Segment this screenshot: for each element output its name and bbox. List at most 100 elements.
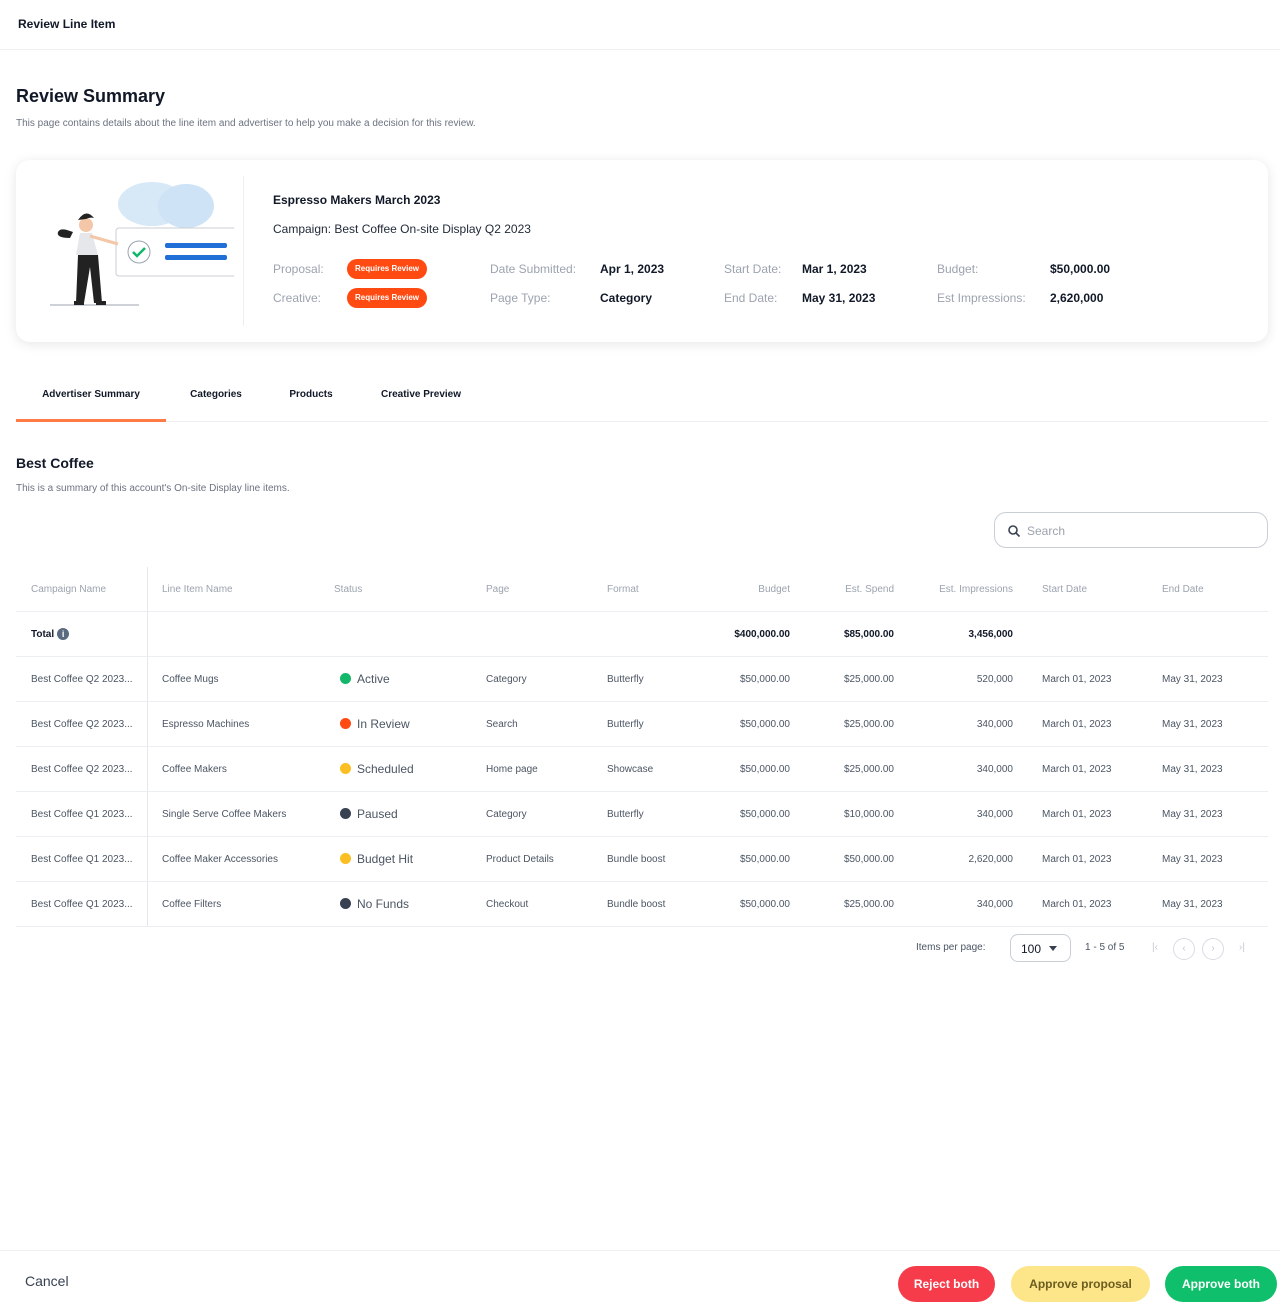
campaign-name: Campaign: Best Coffee On-site Display Q2…: [273, 222, 531, 236]
format-cell: Bundle boost: [607, 854, 666, 865]
start-date-cell: March 01, 2023: [1042, 764, 1112, 775]
col-header-est-spend[interactable]: Est. Spend: [806, 567, 894, 612]
table-header-row: Campaign Name Line Item Name Status Page…: [16, 567, 1268, 612]
tab-bar: Advertiser Summary Categories Products C…: [16, 380, 1268, 422]
cancel-button[interactable]: Cancel: [25, 1273, 69, 1289]
end-date-label: End Date:: [724, 291, 778, 305]
tab-products[interactable]: Products: [276, 380, 346, 422]
col-header-start-date[interactable]: Start Date: [1042, 567, 1142, 612]
col-header-end-date[interactable]: End Date: [1162, 567, 1262, 612]
campaign-name-cell: Best Coffee Q1 2023...: [31, 809, 133, 820]
search-box[interactable]: [994, 512, 1268, 548]
line-item-name-cell: Espresso Machines: [162, 719, 250, 730]
end-date-cell: May 31, 2023: [1162, 854, 1223, 865]
search-input[interactable]: [1027, 520, 1257, 542]
advertiser-subtitle: This is a summary of this account's On-s…: [16, 483, 290, 494]
budget-cell: $50,000.00: [739, 674, 790, 685]
format-cell: Showcase: [607, 764, 654, 775]
status-label: Scheduled: [357, 762, 414, 776]
line-item-name-cell: Coffee Makers: [162, 764, 227, 775]
budget-cell: $50,000.00: [739, 899, 790, 910]
campaign-name-cell: Best Coffee Q2 2023...: [31, 764, 133, 775]
status-dot-icon: [340, 853, 351, 865]
items-per-page-label: Items per page:: [916, 942, 986, 953]
action-footer: Cancel Reject both Approve proposal Appr…: [0, 1250, 1280, 1314]
creative-status-badge: Requires Review: [347, 288, 428, 308]
page-cell: Category: [486, 809, 527, 820]
col-header-line-item[interactable]: Line Item Name: [162, 567, 312, 612]
line-item-name-cell: Coffee Filters: [162, 899, 222, 910]
col-header-campaign[interactable]: Campaign Name: [31, 567, 141, 612]
date-submitted-label: Date Submitted:: [490, 262, 577, 276]
est-impressions-value: 2,620,000: [1050, 291, 1104, 305]
format-cell: Bundle boost: [607, 899, 666, 910]
tab-categories[interactable]: Categories: [176, 380, 256, 422]
last-page-icon[interactable]: ›|: [1231, 938, 1253, 960]
date-submitted-value: Apr 1, 2023: [600, 262, 665, 276]
start-date-cell: March 01, 2023: [1042, 674, 1112, 685]
total-est-spend: $85,000.00: [843, 629, 894, 640]
top-bar: Review Line Item: [0, 0, 1280, 50]
est-impressions-cell: 340,000: [976, 809, 1013, 820]
line-item-name: Espresso Makers March 2023: [273, 193, 441, 207]
campaign-name-cell: Best Coffee Q1 2023...: [31, 899, 133, 910]
approve-both-button[interactable]: Approve both: [1165, 1266, 1277, 1302]
table-row[interactable]: Best Coffee Q2 2023... Coffee Makers Sch…: [16, 747, 1268, 792]
line-item-name-cell: Coffee Mugs: [162, 674, 219, 685]
status-label: No Funds: [357, 897, 410, 911]
page-range: 1 - 5 of 5: [1085, 942, 1125, 953]
status-cell: Budget Hit: [340, 837, 470, 882]
page-type-label: Page Type:: [490, 291, 551, 305]
approve-proposal-button[interactable]: Approve proposal: [1011, 1266, 1150, 1302]
proposal-status-badge: Requires Review: [347, 259, 428, 279]
est-impressions-cell: 340,000: [976, 899, 1013, 910]
total-est-impressions: 3,456,000: [968, 629, 1014, 640]
format-cell: Butterfly: [607, 809, 644, 820]
table-total-row: Total i $400,000.00 $85,000.00 3,456,000: [16, 612, 1268, 657]
est-spend-cell: $25,000.00: [843, 674, 894, 685]
end-date-cell: May 31, 2023: [1162, 809, 1223, 820]
col-header-page[interactable]: Page: [486, 567, 586, 612]
budget-cell: $50,000.00: [739, 809, 790, 820]
next-page-icon[interactable]: ›: [1202, 938, 1224, 960]
page-cell: Home page: [486, 764, 538, 775]
items-per-page-select[interactable]: 100: [1010, 934, 1071, 962]
table-row[interactable]: Best Coffee Q2 2023... Coffee Mugs Activ…: [16, 657, 1268, 702]
col-header-budget[interactable]: Budget: [696, 567, 790, 612]
col-header-est-impressions[interactable]: Est. Impressions: [916, 567, 1013, 612]
tab-creative-preview[interactable]: Creative Preview: [366, 380, 476, 422]
budget-cell: $50,000.00: [739, 854, 790, 865]
tab-advertiser-summary[interactable]: Advertiser Summary: [16, 380, 166, 422]
campaign-name-cell: Best Coffee Q2 2023...: [31, 674, 133, 685]
campaign-name-cell: Best Coffee Q2 2023...: [31, 719, 133, 730]
table-row[interactable]: Best Coffee Q2 2023... Espresso Machines…: [16, 702, 1268, 747]
page-cell: Category: [486, 674, 527, 685]
budget-value: $50,000.00: [1050, 262, 1111, 276]
advertiser-name: Best Coffee: [16, 455, 94, 471]
budget-cell: $50,000.00: [739, 764, 790, 775]
card-divider: [243, 176, 244, 326]
previous-page-icon[interactable]: ‹: [1173, 938, 1195, 960]
status-cell: In Review: [340, 702, 470, 747]
col-header-format[interactable]: Format: [607, 567, 707, 612]
end-date-cell: May 31, 2023: [1162, 899, 1223, 910]
reject-both-button[interactable]: Reject both: [898, 1266, 995, 1302]
campaign-name-cell: Best Coffee Q1 2023...: [31, 854, 133, 865]
status-dot-icon: [340, 808, 351, 820]
info-icon[interactable]: i: [57, 628, 70, 641]
line-item-name-cell: Coffee Maker Accessories: [162, 854, 278, 865]
line-items-table: Campaign Name Line Item Name Status Page…: [16, 567, 1268, 927]
page-cell: Checkout: [486, 899, 529, 910]
table-row[interactable]: Best Coffee Q1 2023... Coffee Maker Acce…: [16, 837, 1268, 882]
start-date-cell: March 01, 2023: [1042, 809, 1112, 820]
est-impressions-cell: 520,000: [976, 674, 1013, 685]
status-label: Paused: [357, 807, 398, 821]
table-row[interactable]: Best Coffee Q1 2023... Coffee Filters No…: [16, 882, 1268, 927]
table-row[interactable]: Best Coffee Q1 2023... Single Serve Coff…: [16, 792, 1268, 837]
end-date-cell: May 31, 2023: [1162, 719, 1223, 730]
est-spend-cell: $10,000.00: [843, 809, 894, 820]
status-label: In Review: [357, 717, 410, 731]
first-page-icon[interactable]: |‹: [1144, 938, 1166, 960]
est-impressions-cell: 2,620,000: [968, 854, 1014, 865]
col-header-status[interactable]: Status: [334, 567, 454, 612]
